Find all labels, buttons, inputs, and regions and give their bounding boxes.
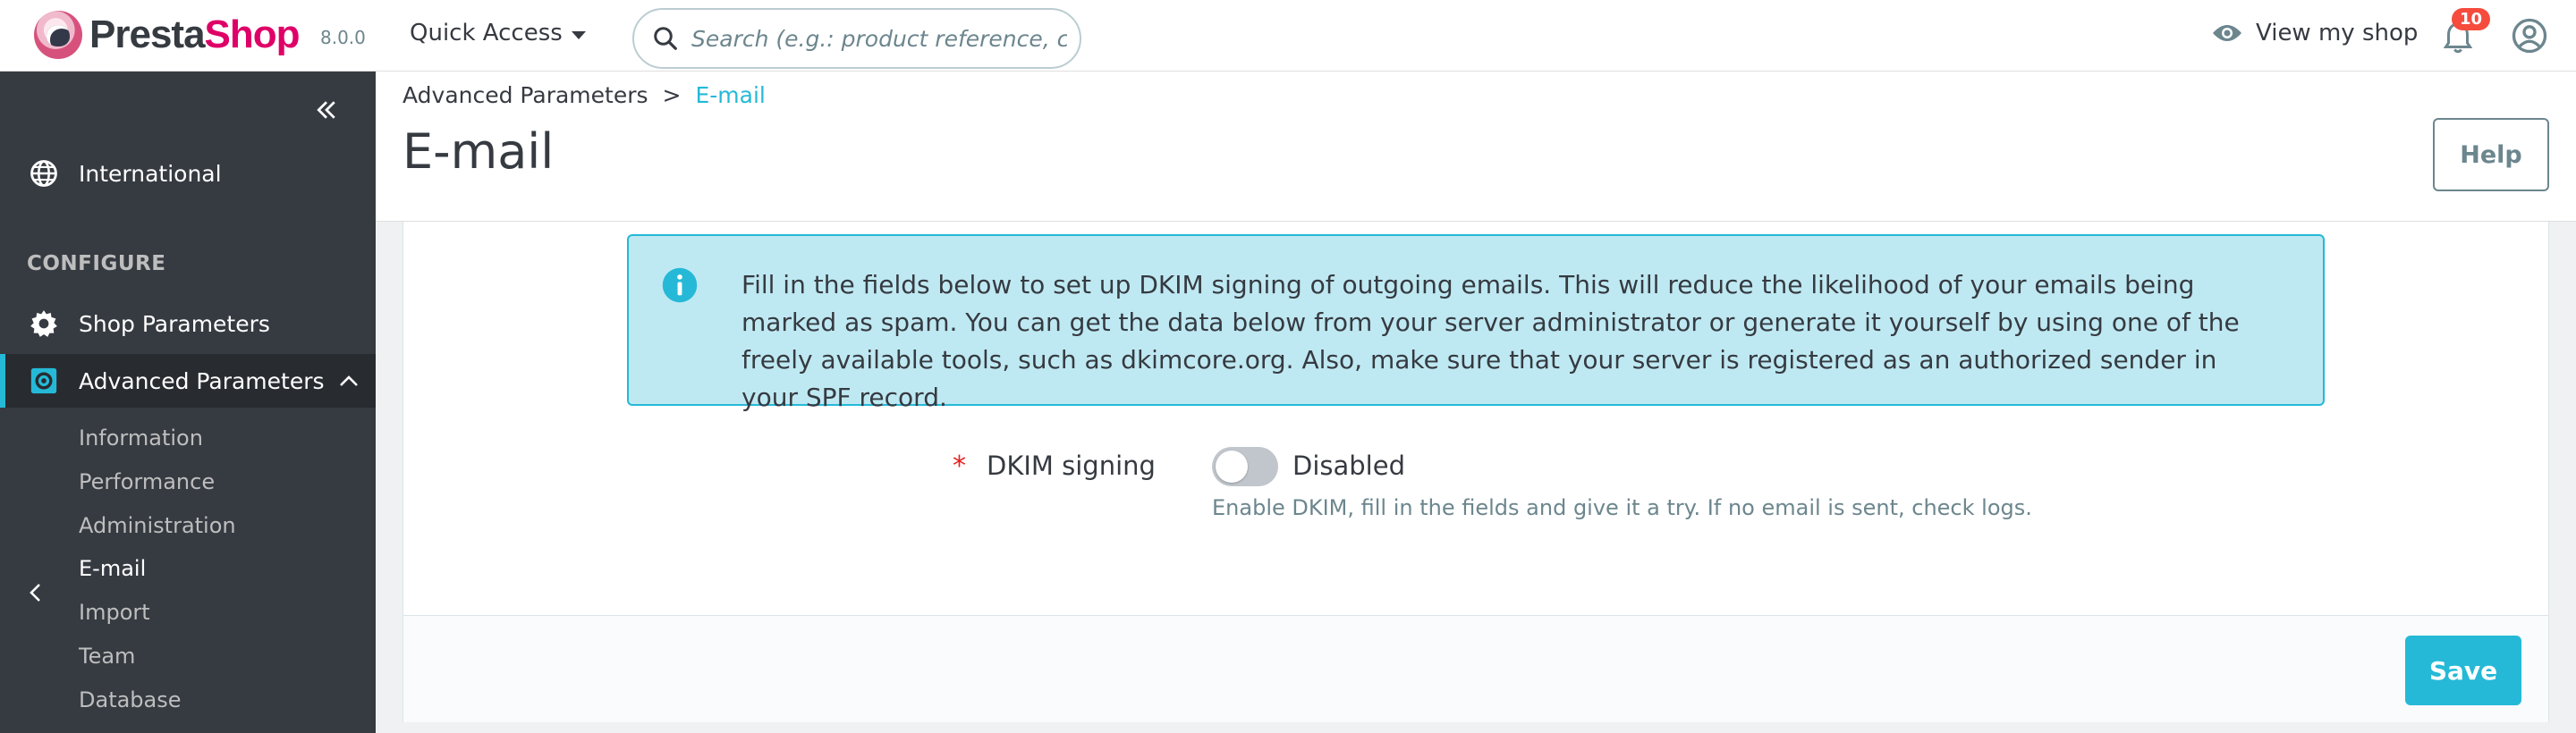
double-chevron-left-icon[interactable] bbox=[313, 97, 340, 123]
globe-icon bbox=[30, 160, 57, 187]
sidebar-subitem-import[interactable]: Import bbox=[79, 600, 150, 625]
search-icon bbox=[654, 27, 677, 50]
brand-name-shop: Shop bbox=[204, 13, 301, 56]
breadcrumb-current[interactable]: E-mail bbox=[695, 82, 765, 108]
breadcrumb: Advanced Parameters > E-mail bbox=[402, 82, 766, 108]
info-alert-text: Fill in the fields below to set up DKIM … bbox=[741, 270, 2240, 412]
card-footer: Save bbox=[403, 615, 2548, 722]
brand-name-presta: Presta bbox=[89, 13, 206, 56]
breadcrumb-separator: > bbox=[662, 82, 682, 108]
notifications-badge: 10 bbox=[2452, 8, 2491, 30]
dkim-signing-row: * DKIM signing Disabled bbox=[403, 447, 2550, 501]
sidebar-subitem-information[interactable]: Information bbox=[79, 425, 203, 451]
sidebar-subitem-database[interactable]: Database bbox=[79, 687, 182, 712]
sidebar-item-label: International bbox=[79, 160, 222, 187]
required-marker: * bbox=[953, 451, 966, 482]
puffin-logo-icon bbox=[34, 11, 82, 59]
chevron-up-icon bbox=[340, 375, 358, 386]
sidebar-item-advanced-parameters[interactable]: Advanced Parameters bbox=[0, 354, 376, 408]
sidebar-subitem-performance[interactable]: Performance bbox=[79, 469, 215, 494]
sidebar-item-label: Shop Parameters bbox=[79, 310, 270, 337]
sidebar-subitem-email[interactable]: E-mail bbox=[79, 556, 146, 581]
view-my-shop-label: View my shop bbox=[2256, 20, 2419, 46]
sidebar-item-shop-parameters[interactable]: Shop Parameters bbox=[0, 297, 376, 350]
quick-access-label: Quick Access bbox=[410, 20, 563, 46]
search-bar[interactable] bbox=[632, 8, 1081, 69]
dkim-signing-toggle[interactable] bbox=[1212, 447, 1278, 486]
dkim-signing-state: Disabled bbox=[1292, 451, 1405, 481]
prestashop-logo[interactable]: PrestaShop bbox=[34, 11, 301, 59]
breadcrumb-parent-link[interactable]: Advanced Parameters bbox=[402, 82, 648, 108]
save-button[interactable]: Save bbox=[2405, 636, 2521, 705]
version-label: 8.0.0 bbox=[320, 27, 366, 48]
page-header: Advanced Parameters > E-mail E-mail Help bbox=[376, 72, 2576, 222]
view-my-shop-link[interactable]: View my shop bbox=[2211, 20, 2418, 46]
dkim-signing-label: DKIM signing bbox=[987, 451, 1156, 481]
user-circle-icon[interactable] bbox=[2512, 18, 2547, 54]
info-alert: Fill in the fields below to set up DKIM … bbox=[627, 234, 2325, 412]
sidebar-item-label: Advanced Parameters bbox=[79, 367, 325, 394]
brand-name: PrestaShop bbox=[89, 13, 301, 57]
help-button[interactable]: Help bbox=[2433, 118, 2549, 191]
sidebar-item-international[interactable]: International bbox=[0, 147, 376, 200]
chevron-left-icon[interactable] bbox=[25, 579, 47, 606]
dkim-settings-card: Fill in the fields below to set up DKIM … bbox=[402, 222, 2549, 722]
sidebar-subitem-team[interactable]: Team bbox=[79, 644, 135, 669]
top-header: PrestaShop 8.0.0 Quick Access View my sh… bbox=[0, 0, 2576, 72]
page-title: E-mail bbox=[402, 123, 555, 180]
settings-box-icon bbox=[30, 367, 57, 394]
sidebar-nav: International CONFIGURE Shop Parameters … bbox=[0, 72, 376, 733]
section-title-configure: CONFIGURE bbox=[27, 252, 166, 275]
gear-icon bbox=[30, 310, 57, 337]
sidebar-subitem-administration[interactable]: Administration bbox=[79, 513, 236, 538]
dkim-help-text: Enable DKIM, fill in the fields and give… bbox=[1212, 495, 2032, 520]
info-icon bbox=[662, 267, 698, 303]
eye-icon bbox=[2213, 25, 2241, 41]
search-input[interactable] bbox=[691, 25, 1067, 52]
caret-down-icon bbox=[571, 30, 586, 39]
quick-access-dropdown[interactable]: Quick Access bbox=[410, 20, 586, 46]
